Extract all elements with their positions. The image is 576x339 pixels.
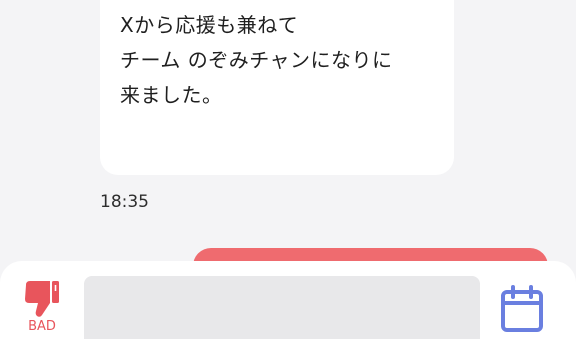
message-input[interactable] [84,276,480,339]
bad-label: BAD [28,319,56,334]
bad-rating-button[interactable]: BAD [18,277,66,337]
message-line-2: チーム のぞみチャンになりに [120,48,393,72]
message-line-3: 来ました。 [120,83,223,107]
thumbs-down-icon [25,281,59,317]
message-timestamp: 18:35 [100,192,149,212]
message-composer: BAD [0,261,576,339]
calendar-button[interactable] [497,283,547,335]
message-line-1: Xから応援も兼ねて [120,13,299,37]
calendar-icon [501,285,543,332]
incoming-message-bubble: Xから応援も兼ねて チーム のぞみチャンになりに 来ました。 [100,0,454,175]
